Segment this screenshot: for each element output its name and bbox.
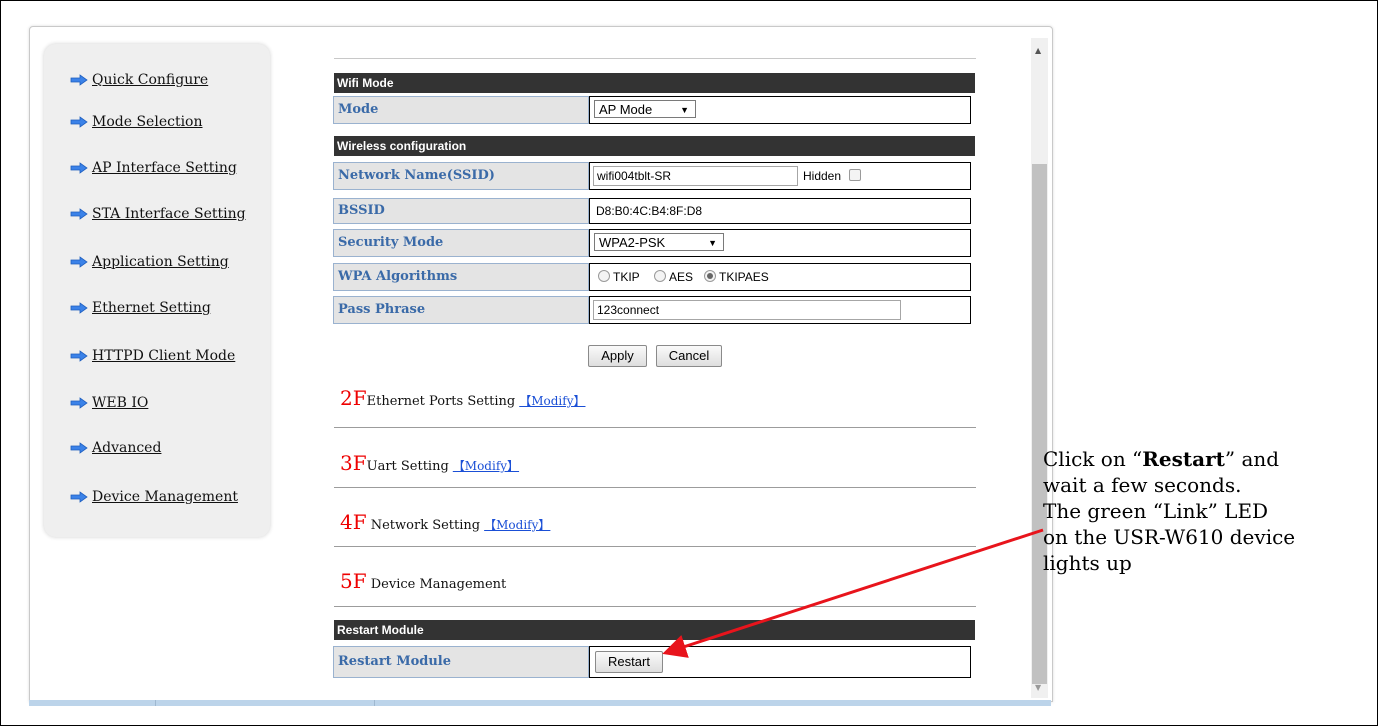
annotation-overlay (662, 528, 1044, 658)
callout-arrow-icon (662, 528, 1044, 658)
